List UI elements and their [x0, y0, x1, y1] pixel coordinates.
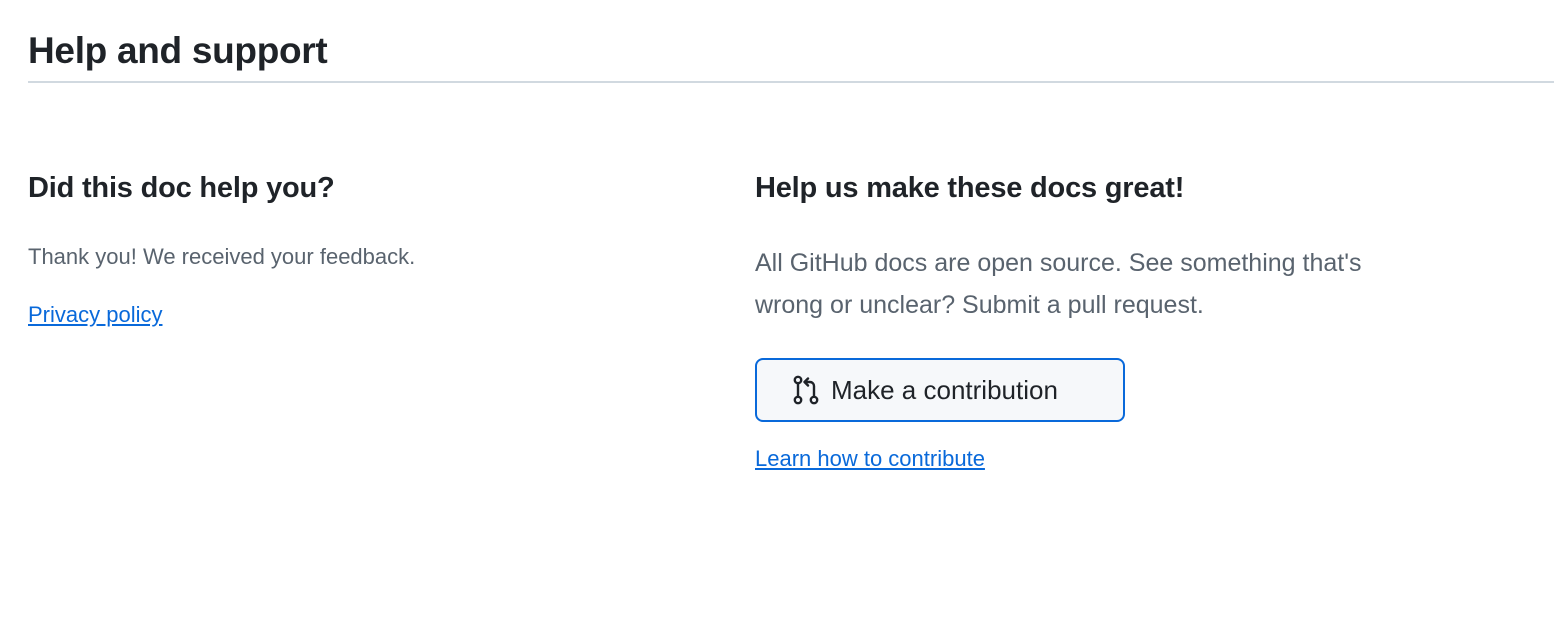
privacy-policy-link[interactable]: Privacy policy: [28, 300, 162, 330]
section-divider: [28, 81, 1554, 83]
contribute-heading: Help us make these docs great!: [755, 172, 1185, 204]
feedback-heading: Did this doc help you?: [28, 172, 335, 204]
contribute-column: Help us make these docs great! All GitHu…: [755, 168, 1455, 474]
git-pull-request-icon: [791, 374, 821, 406]
feedback-confirmation: Thank you! We received your feedback.: [28, 244, 416, 269]
make-contribution-button[interactable]: Make a contribution: [755, 358, 1125, 422]
make-contribution-label: Make a contribution: [831, 374, 1058, 405]
help-and-support-page: Help and support Did this doc help you? …: [0, 0, 1554, 618]
feedback-column: Did this doc help you? Thank you! We rec…: [28, 168, 708, 330]
learn-how-to-contribute-link[interactable]: Learn how to contribute: [755, 444, 985, 474]
contribute-description: All GitHub docs are open source. See som…: [755, 249, 1362, 319]
section-title: Help and support: [28, 30, 328, 71]
